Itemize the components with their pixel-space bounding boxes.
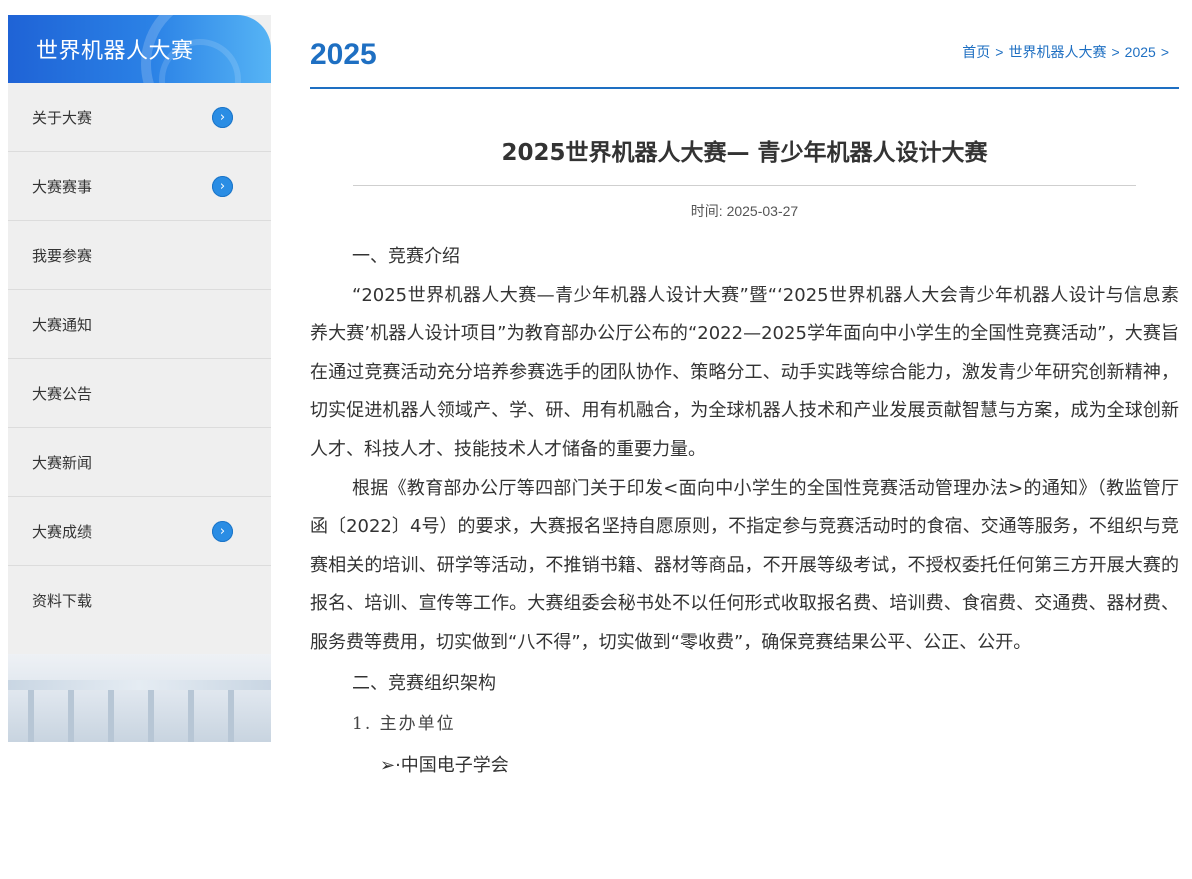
sidebar-item-register[interactable]: 我要参赛 (8, 221, 271, 290)
building-pillar (188, 690, 194, 742)
sidebar-item-label: 大赛新闻 (32, 453, 93, 472)
chevron-right-icon[interactable]: › (212, 176, 233, 197)
sidebar-item-label: 关于大赛 (32, 108, 93, 127)
building-pillar (68, 690, 74, 742)
title-divider (353, 185, 1136, 186)
sidebar-item-label: 我要参赛 (32, 246, 93, 265)
sidebar-nav: 世界机器人大赛 关于大赛 › 大赛赛事 › 我要参赛 大赛通知 大赛公告 大赛新… (8, 15, 271, 742)
building-pillar (148, 690, 154, 742)
article-body: 一、竞赛介绍 “2025世界机器人大赛—青少年机器人设计大赛”暨“‘2025世界… (310, 238, 1179, 785)
sidebar-item-news[interactable]: 大赛新闻 (8, 428, 271, 497)
building-pillar (28, 690, 34, 742)
sidebar-item-label: 大赛赛事 (32, 177, 93, 196)
sidebar-item-about[interactable]: 关于大赛 › (8, 83, 271, 152)
breadcrumb-separator: > (1160, 44, 1169, 60)
paragraph: 根据《教育部办公厅等四部门关于印发<面向中小学生的全国性竞赛活动管理办法>的通知… (310, 477, 1179, 653)
sidebar-header: 世界机器人大赛 (8, 15, 271, 83)
subsection-heading: 1. 主办单位 (352, 714, 456, 735)
sidebar-item-events[interactable]: 大赛赛事 › (8, 152, 271, 221)
sidebar-title: 世界机器人大赛 (36, 39, 194, 64)
sidebar-item-label: 大赛通知 (32, 315, 93, 334)
sidebar-menu: 关于大赛 › 大赛赛事 › 我要参赛 大赛通知 大赛公告 大赛新闻 大赛成绩 ›… (8, 83, 271, 634)
breadcrumb-separator: > (1111, 44, 1120, 60)
sidebar-item-results[interactable]: 大赛成绩 › (8, 497, 271, 566)
article-title: 2025世界机器人大赛— 青少年机器人设计大赛 (501, 140, 988, 166)
sidebar-item-label: 资料下载 (32, 591, 93, 610)
sidebar-building-image (8, 654, 271, 742)
chevron-right-icon[interactable]: › (212, 521, 233, 542)
sidebar-item-label: 大赛公告 (32, 384, 93, 403)
building-roof (8, 680, 271, 690)
paragraph: “2025世界机器人大赛—青少年机器人设计大赛”暨“‘2025世界机器人大会青少… (310, 284, 1179, 460)
breadcrumb-separator: > (995, 44, 1004, 60)
breadcrumb: 首页 > 世界机器人大赛 >2025 > (962, 42, 1174, 62)
sidebar-item-notices[interactable]: 大赛通知 (8, 290, 271, 359)
main-content: 2025 首页 > 世界机器人大赛 >2025 > 2025世界机器人大赛— 青少年机器… (310, 0, 1180, 879)
list-item: ➢·中国电子学会 (380, 754, 509, 776)
page-title: 2025 (310, 38, 377, 71)
header-divider (310, 87, 1179, 89)
chevron-right-icon[interactable]: › (212, 107, 233, 128)
section-heading: 二、竞赛组织架构 (352, 672, 496, 694)
sidebar-item-announcements[interactable]: 大赛公告 (8, 359, 271, 428)
sidebar-item-downloads[interactable]: 资料下载 (8, 566, 271, 634)
section-heading: 一、竞赛介绍 (352, 246, 460, 267)
sidebar-item-label: 大赛成绩 (32, 522, 93, 541)
breadcrumb-competition-link[interactable]: 世界机器人大赛 (1008, 44, 1106, 60)
breadcrumb-year-link[interactable]: 2025 (1125, 44, 1156, 60)
publish-time: 时间: 2025-03-27 (690, 203, 799, 219)
building-pillar (228, 690, 234, 742)
breadcrumb-home-link[interactable]: 首页 (962, 44, 990, 60)
building-pillar (108, 690, 114, 742)
